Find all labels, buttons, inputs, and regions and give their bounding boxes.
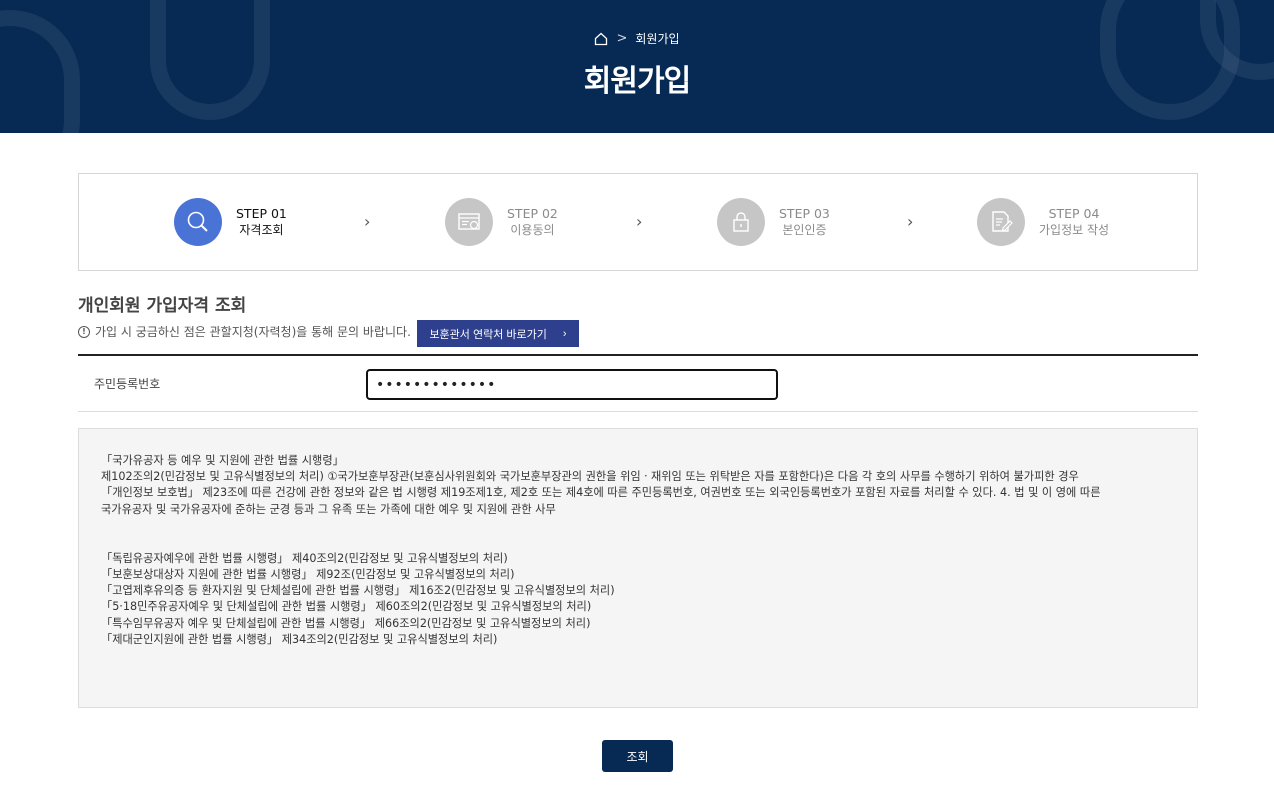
search-icon	[174, 198, 222, 246]
section-title: 개인회원 가입자격 조회	[78, 296, 247, 316]
step-label: 가입정보 작성	[1039, 223, 1110, 237]
step-4: STEP 04 가입정보 작성	[977, 198, 1109, 246]
terms-line: 국가유공자 및 국가유공자에 준하는 군경 등과 그 유족 또는 가족에 대한 …	[101, 502, 556, 516]
step-2: STEP 02 이용동의	[445, 198, 558, 246]
page-title: 회원가입	[583, 64, 691, 99]
lock-icon	[717, 198, 765, 246]
notice: ! 가입 시 궁금하신 점은 관할지청(자력청)을 통해 문의 바랍니다.	[78, 323, 411, 340]
terms-line: 제102조의2(민감정보 및 고유식별정보의 처리) ①국가보훈부장관(보훈심사…	[101, 470, 1079, 484]
edit-document-icon	[977, 198, 1025, 246]
step-3: STEP 03 본인인증	[717, 198, 830, 246]
breadcrumb-separator: >	[616, 31, 628, 46]
step-number: STEP 02	[507, 206, 558, 221]
contact-office-label: 보훈관서 연락처 바로가기	[429, 328, 547, 341]
terms-line: 「5·18민주유공자예우 및 단체설립에 관한 법률 시행령」 제60조의2(민…	[101, 600, 592, 614]
contact-office-button[interactable]: 보훈관서 연락처 바로가기 ›	[417, 320, 579, 347]
step-label: 자격조회	[239, 223, 284, 237]
chevron-right-icon: ›	[364, 212, 371, 231]
info-icon: !	[78, 325, 90, 338]
ssn-row: 주민등록번호	[78, 354, 1198, 412]
step-label: 본인인증	[782, 223, 827, 237]
step-number: STEP 03	[779, 206, 830, 221]
terms-line: 「특수임무유공자 예우 및 단체설립에 관한 법률 시행령」 제66조의2(민감…	[101, 616, 591, 630]
lookup-button[interactable]: 조회	[602, 740, 673, 772]
chevron-right-icon: ›	[562, 327, 567, 340]
step-number: STEP 04	[1048, 206, 1100, 221]
terms-line: 「보훈보상대상자 지원에 관한 법률 시행령」 제92조(민감정보 및 고유식별…	[101, 568, 515, 582]
document-check-icon	[445, 198, 493, 246]
step-indicator: STEP 01 자격조회 › STEP 02 이용동의 › STEP 03 본인…	[78, 173, 1198, 271]
breadcrumb-current[interactable]: 회원가입	[635, 30, 679, 47]
chevron-right-icon: ›	[636, 212, 643, 231]
breadcrumb: > 회원가입	[0, 30, 1274, 47]
terms-line: 「개인정보 보호법」 제23조에 따른 건강에 관한 정보와 같은 법 시행령 …	[101, 486, 1101, 500]
notice-text: 가입 시 궁금하신 점은 관할지청(자력청)을 통해 문의 바랍니다.	[95, 325, 411, 339]
terms-line: 「고엽제후유의증 등 환자지원 및 단체설립에 관한 법률 시행령」 제16조2…	[101, 584, 615, 598]
chevron-right-icon: ›	[907, 212, 914, 231]
page-header: > 회원가입 회원가입	[0, 0, 1274, 133]
ssn-label: 주민등록번호	[94, 377, 161, 391]
terms-box[interactable]: 「국가유공자 등 예우 및 지원에 관한 법률 시행령」 제102조의2(민감정…	[78, 428, 1198, 708]
home-icon[interactable]	[594, 32, 608, 46]
terms-line: 「국가유공자 등 예우 및 지원에 관한 법률 시행령」	[101, 454, 344, 467]
step-1: STEP 01 자격조회	[174, 198, 287, 246]
terms-line: 「독립유공자예우에 관한 법률 시행령」 제40조의2(민감정보 및 고유식별정…	[101, 551, 508, 565]
step-number: STEP 01	[236, 206, 287, 221]
step-label: 이용동의	[510, 223, 555, 237]
ssn-input[interactable]	[366, 369, 778, 400]
terms-line: 「제대군인지원에 관한 법률 시행령」 제34조의2(민감정보 및 고유식별정보…	[101, 632, 498, 646]
